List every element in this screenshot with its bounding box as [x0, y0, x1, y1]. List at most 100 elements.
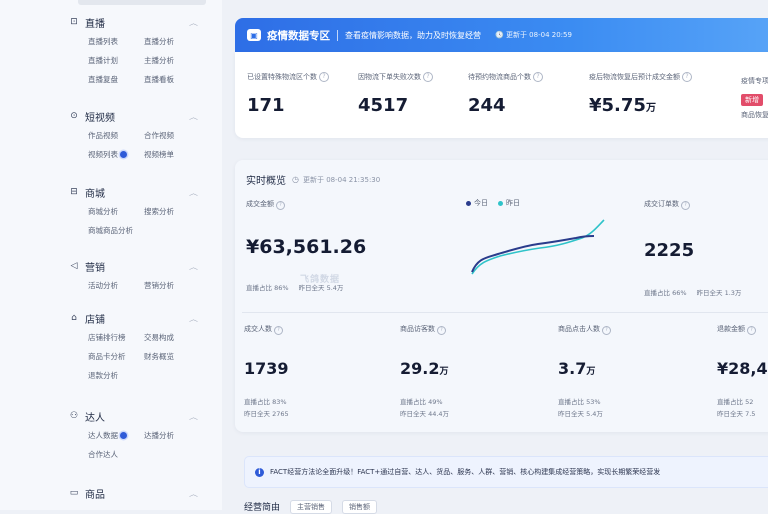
help-icon[interactable]: ? [423, 72, 433, 82]
metric-value: 29.2万 [400, 359, 449, 378]
sidebar-item[interactable]: 交易构成 [144, 332, 200, 343]
stat-failed-orders[interactable]: 因物流下单失败次数? 4517 [358, 72, 433, 116]
chevron-up-icon[interactable]: ︿ [189, 111, 198, 121]
sidebar-group-header[interactable]: ◁ 营销 ︿ [68, 258, 198, 274]
active-dot-icon [120, 432, 127, 439]
live-icon: ⊡ [70, 17, 78, 27]
chevron-up-icon[interactable]: ︿ [189, 17, 198, 27]
metric-value: ¥28,44 [717, 359, 768, 378]
stat-value: 171 [247, 95, 285, 116]
sidebar-group-title: 店铺 [85, 314, 105, 326]
bottom-pill-2[interactable]: 销售额 [342, 500, 378, 514]
orders-yesterday: 昨日全天 1.3万 [696, 289, 742, 297]
realtime-header: 实时概览 ◷ 更新于 08-04 21:35:30 [246, 172, 380, 187]
help-icon[interactable]: ? [747, 326, 756, 335]
help-icon[interactable]: ? [681, 201, 690, 210]
stat-value: 244 [468, 95, 506, 116]
sidebar-item-label: 直播列表 [88, 37, 118, 46]
sidebar-item-label: 达播分析 [144, 431, 174, 440]
notice-text: FACT经营方法论全面升级！FACT+通过自营、达人、货品、服务、人群、营销、核… [270, 468, 661, 476]
sidebar-group-title: 短视频 [85, 112, 115, 124]
stat-value: ¥5.75万 [589, 95, 656, 116]
watermark: 飞鸽数据 [300, 275, 341, 285]
sidebar-item-label: 合作达人 [88, 450, 118, 459]
realtime-title: 实时概览 [246, 176, 286, 187]
sidebar-item[interactable]: 达人数据 [88, 430, 144, 441]
metric-live-share: 直播占比 53% [558, 398, 601, 406]
sidebar-item[interactable]: 合作达人 [88, 449, 144, 460]
metric-value: 1739 [244, 359, 289, 378]
sidebar-group-header[interactable]: ⊙ 短视频 ︿ [68, 108, 198, 124]
sidebar-item[interactable]: 商城分析 [88, 206, 144, 217]
sidebar-item-label: 活动分析 [88, 281, 118, 290]
sidebar-item[interactable]: 视频列表 [88, 149, 144, 160]
sidebar-item[interactable]: 直播分析 [144, 36, 200, 47]
bottom-pill-1[interactable]: 主营销售 [290, 500, 333, 514]
stat-label: 疫后物流恢复后预计成交金额 [589, 73, 680, 81]
legend-yesterday[interactable]: 昨日 [498, 198, 520, 208]
sidebar-item[interactable]: 活动分析 [88, 280, 144, 291]
metric-label: 商品访客数 [400, 325, 435, 333]
sidebar-item-label: 商城分析 [88, 207, 118, 216]
sidebar-item[interactable]: 直播复盘 [88, 74, 144, 85]
help-icon[interactable]: ? [274, 326, 283, 335]
sidebar-group: ⚇ 达人 ︿ 达人数据 达播分析合作达人 [68, 408, 198, 460]
chevron-up-icon[interactable]: ︿ [189, 261, 198, 271]
sidebar-item[interactable]: 达播分析 [144, 430, 200, 441]
chevron-up-icon[interactable]: ︿ [189, 488, 198, 498]
help-icon[interactable]: ? [602, 326, 611, 335]
stat-expected-gmv[interactable]: 疫后物流恢复后预计成交金额? ¥5.75万 [589, 72, 692, 116]
chevron-up-icon[interactable]: ︿ [189, 313, 198, 323]
sidebar-group-header[interactable]: ⊡ 直播 ︿ [68, 14, 198, 30]
megaphone-icon: ◁ [70, 261, 78, 271]
sidebar-item[interactable]: 主播分析 [144, 55, 200, 66]
stat-pending-items[interactable]: 待预约物流商品个数? 244 [468, 72, 543, 116]
sidebar-item-label: 直播复盘 [88, 75, 118, 84]
sidebar-item[interactable]: 商品卡分析 [88, 351, 144, 362]
sidebar-item[interactable]: 退款分析 [88, 370, 144, 381]
clock-icon: ◷ [292, 175, 299, 184]
sidebar-item[interactable]: 搜索分析 [144, 206, 200, 217]
help-icon[interactable]: ? [682, 72, 692, 82]
metric-block[interactable]: 成交人数? 1739 直播占比 83% 昨日全天 2765 [244, 324, 289, 420]
metric-block[interactable]: 商品访客数? 29.2万 直播占比 49% 昨日全天 44.4万 [400, 324, 449, 420]
legend-today[interactable]: 今日 [466, 198, 488, 208]
epidemic-banner[interactable]: ▣ 疫情数据专区 查看疫情影响数据，助力及时恢复经营 🕓 更新于 08-04 2… [235, 18, 768, 52]
trend-chart [471, 219, 605, 275]
sidebar-item[interactable]: 合作视频 [144, 130, 200, 141]
sidebar-group-header[interactable]: ⊟ 商城 ︿ [68, 184, 198, 200]
metric-yesterday: 昨日全天 5.4万 [558, 410, 603, 418]
sidebar-top-item[interactable] [78, 0, 206, 5]
banner-updated: 🕓 更新于 08-04 20:59 [495, 31, 572, 39]
sidebar-item-label: 搜索分析 [144, 207, 174, 216]
metric-block[interactable]: 商品点击人数? 3.7万 直播占比 53% 昨日全天 5.4万 [558, 324, 611, 420]
sidebar-item[interactable]: 店铺排行榜 [88, 332, 144, 343]
sidebar-item[interactable]: 直播看板 [144, 74, 200, 85]
gmv-live-share: 直播占比 86% [246, 284, 289, 292]
help-icon[interactable]: ? [533, 72, 543, 82]
sidebar-item-label: 合作视频 [144, 131, 174, 140]
sidebar-item[interactable]: 视频榜单 [144, 149, 200, 160]
orders-block[interactable]: 成交订单数? 2225 直播占比 66% 昨日全天 1.3万 [644, 199, 741, 299]
sidebar-item[interactable]: 商城商品分析 [88, 225, 144, 236]
sidebar-group: ⊟ 商城 ︿ 商城分析 搜索分析 商城商品分析 [68, 184, 198, 236]
help-icon[interactable]: ? [319, 72, 329, 82]
stat-special-logistics[interactable]: 已设置特殊物流区个数? 171 [247, 72, 329, 116]
metric-block[interactable]: 退款金额? ¥28,44 直播占比 52 昨日全天 7.5 [717, 324, 768, 420]
sidebar-item[interactable]: 直播计划 [88, 55, 144, 66]
sidebar-group-header[interactable]: ⚇ 达人 ︿ [68, 408, 198, 424]
yesterday-line [471, 219, 605, 275]
sidebar-group-header[interactable]: ▭ 商品 ︿ [68, 485, 198, 501]
help-icon[interactable]: ? [437, 326, 446, 335]
metric-yesterday: 昨日全天 7.5 [717, 410, 756, 418]
sidebar-item[interactable]: 直播列表 [88, 36, 144, 47]
notice-bar[interactable]: i FACT经营方法论全面升级！FACT+通过自营、达人、货品、服务、人群、营销… [244, 456, 768, 488]
chevron-up-icon[interactable]: ︿ [189, 411, 198, 421]
sidebar-group-header[interactable]: ⌂ 店铺 ︿ [68, 310, 198, 326]
sidebar-item[interactable]: 财务概览 [144, 351, 200, 362]
chevron-up-icon[interactable]: ︿ [189, 187, 198, 197]
help-icon[interactable]: ? [276, 201, 285, 210]
sidebar-item[interactable]: 作品视频 [88, 130, 144, 141]
sidebar-item[interactable]: 营销分析 [144, 280, 200, 291]
sidebar-item-label: 主播分析 [144, 56, 174, 65]
